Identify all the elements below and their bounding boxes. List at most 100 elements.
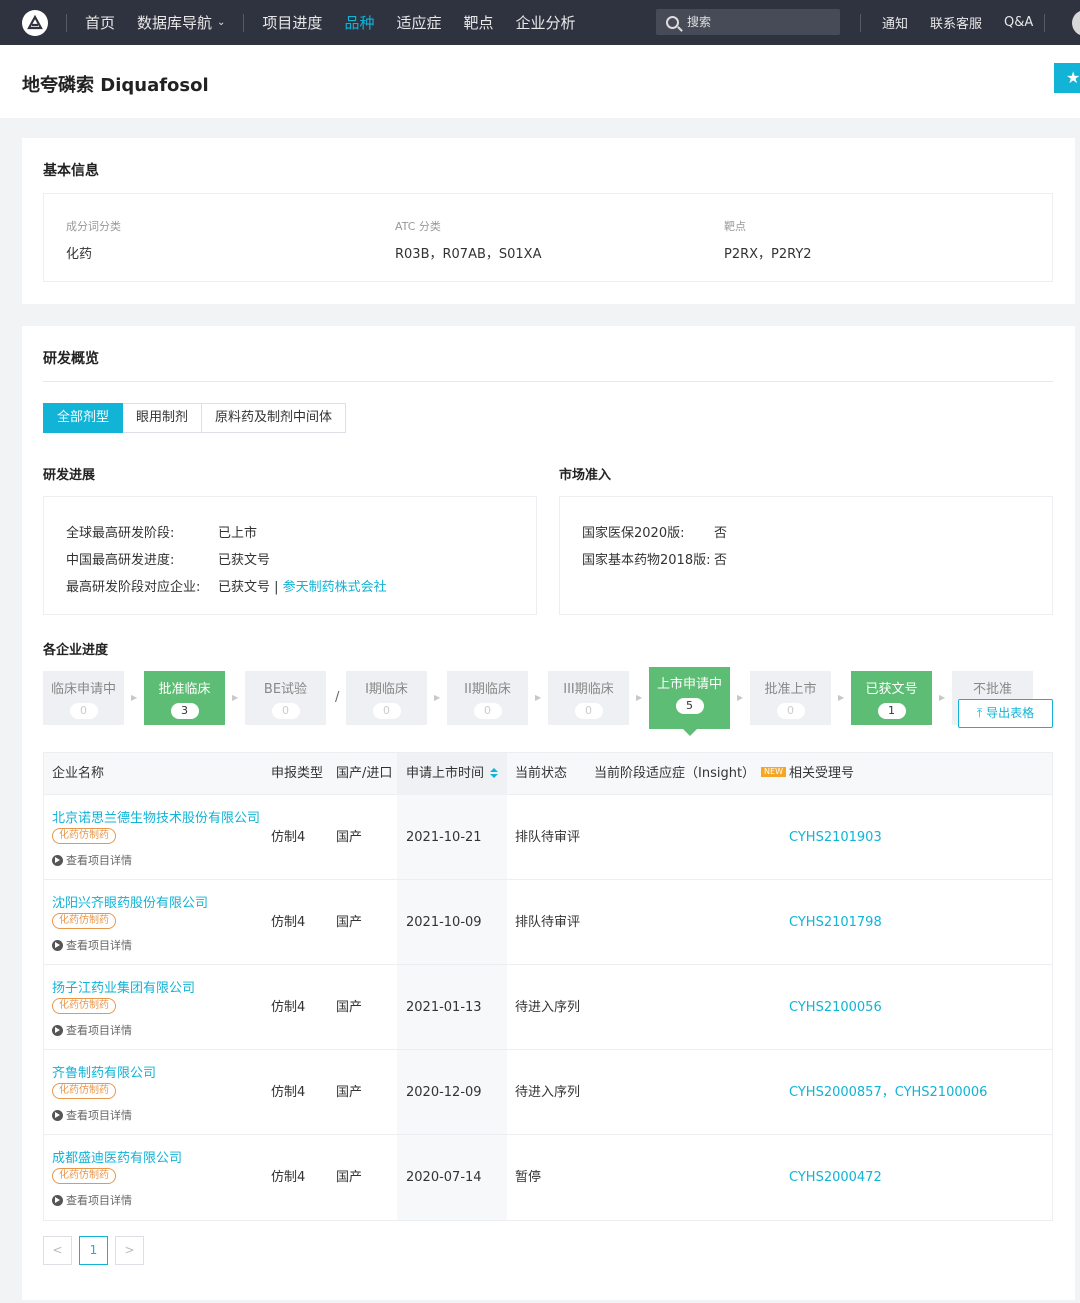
cell-acceptance-number[interactable]: CYHS2000857，CYHS2100006 xyxy=(789,1050,987,1135)
star-icon: ★ xyxy=(1066,68,1080,87)
kv-value: 已获文号 xyxy=(218,553,271,568)
drug-type-tag: 化药仿制药 xyxy=(52,998,116,1014)
progress-box: 全球最高研发阶段: 已上市 中国最高研发进度: 已获文号 最高研发阶段对应企业: 已获… xyxy=(43,496,537,615)
nav-item-label: 企业分析 xyxy=(515,14,576,32)
cell-type: 仿制4 xyxy=(271,1085,306,1100)
play-circle-icon xyxy=(52,1194,63,1206)
nav-divider xyxy=(243,13,245,32)
rd-overview-title: 研发概览 xyxy=(43,351,99,367)
stage-3[interactable]: BE试验 0 xyxy=(245,671,326,725)
cell-type: 仿制4 xyxy=(271,830,306,845)
stage-2[interactable]: 批准临床 3 xyxy=(144,671,225,725)
cell-origin: 国产 xyxy=(336,1085,363,1100)
prev-page-button[interactable]: < xyxy=(43,1236,72,1265)
company-name-link[interactable]: 齐鲁制药有限公司 xyxy=(52,1062,156,1081)
page-title: 地夸磷索 Diquafosol xyxy=(22,75,209,96)
nav-database[interactable]: 数据库导航 ⌄ xyxy=(137,12,225,33)
nav-item-label: 数据库导航 xyxy=(137,14,213,32)
chevron-right-icon: ▶ xyxy=(636,693,643,702)
global-stage-row: 全球最高研发阶段: 已上市 xyxy=(66,522,257,541)
nav-drug[interactable]: 品种 xyxy=(344,12,374,33)
nav-item-label: 品种 xyxy=(344,14,375,32)
stage-4[interactable]: I期临床 0 xyxy=(346,671,427,725)
nav-project-progress[interactable]: 项目进度 xyxy=(262,12,322,33)
th-date[interactable]: 申请上市时间 xyxy=(406,753,499,795)
tab-ophthalmic[interactable]: 眼用制剂 xyxy=(123,403,203,433)
chevron-right-icon: ▶ xyxy=(232,693,239,702)
qa-link[interactable]: Q&A xyxy=(1004,15,1033,30)
stage-label: II期临床 xyxy=(464,682,511,697)
company-link[interactable]: 参天制药株式会社 xyxy=(283,580,387,595)
basic-info-card: 基本信息 成分词分类 化药 ATC 分类 R03B，R07AB，S01XA 靶点… xyxy=(22,138,1075,304)
cell-acceptance-number[interactable]: CYHS2101903 xyxy=(789,795,882,880)
cell-acceptance-number[interactable]: CYHS2000472 xyxy=(789,1135,882,1220)
stage-1[interactable]: 临床申请中 0 xyxy=(43,671,124,725)
chevron-down-icon: ⌄ xyxy=(217,17,226,28)
page-button-1[interactable]: 1 xyxy=(79,1236,108,1265)
customer-service-link[interactable]: 联系客服 xyxy=(930,13,982,32)
company-name-link[interactable]: 成都盛迪医药有限公司 xyxy=(52,1147,182,1166)
stage-label: 临床申请中 xyxy=(50,682,116,697)
company-name-link[interactable]: 沈阳兴齐眼药股份有限公司 xyxy=(52,892,208,911)
nav-indication[interactable]: 适应症 xyxy=(396,12,441,33)
cell-origin: 国产 xyxy=(336,915,363,930)
tab-all-dosage[interactable]: 全部剂型 xyxy=(43,403,124,433)
notification-link[interactable]: 通知 xyxy=(882,13,908,32)
stage-label: 不批准 xyxy=(972,682,1012,697)
stage-5[interactable]: II期临床 0 xyxy=(447,671,528,725)
table-header: 企业名称 申报类型 国产/进口 申请上市时间 当前状态 当前阶段适应症（Insi… xyxy=(44,753,1052,795)
nav-item-label: 项目进度 xyxy=(262,14,323,32)
nav-divider xyxy=(1044,14,1045,32)
cell-status: 待进入序列 xyxy=(515,1085,581,1100)
drug-type-tag: 化药仿制药 xyxy=(52,1083,116,1099)
logo-icon[interactable] xyxy=(22,9,48,36)
stage-9[interactable]: 已获文号 1 xyxy=(851,671,932,725)
cell-acceptance-number[interactable]: CYHS2101798 xyxy=(789,880,882,965)
pagination: < 1 > xyxy=(43,1236,151,1265)
nav-divider xyxy=(860,14,861,32)
kv-key: 国家基本药物2018版: xyxy=(582,553,711,568)
tab-api-intermediate[interactable]: 原料药及制剂中间体 xyxy=(202,403,347,433)
nav-item-label: 靶点 xyxy=(463,14,494,32)
export-table-button[interactable]: ⤒ 导出表格 xyxy=(958,699,1053,728)
th-status: 当前状态 xyxy=(515,766,568,781)
company-name-link[interactable]: 北京诺思兰德生物技术股份有限公司 xyxy=(52,807,260,826)
progress-title: 研发进展 xyxy=(43,468,96,483)
kv-value: 已获文号 | xyxy=(218,580,283,595)
stage-8[interactable]: 批准上市 0 xyxy=(750,671,831,725)
search-box[interactable] xyxy=(656,9,840,35)
company-name-link[interactable]: 扬子江药业集团有限公司 xyxy=(52,977,195,996)
stage-7[interactable]: 上市申请中 5 xyxy=(649,667,730,736)
project-detail-link[interactable]: 查看项目详情 xyxy=(52,852,132,868)
chevron-right-icon: ▶ xyxy=(737,693,744,702)
project-detail-link[interactable]: 查看项目详情 xyxy=(52,1022,132,1038)
cell-acceptance-number[interactable]: CYHS2100056 xyxy=(789,965,882,1050)
kv-key: 全球最高研发阶段: xyxy=(66,526,175,541)
project-detail-link[interactable]: 查看项目详情 xyxy=(52,937,132,953)
favorite-button[interactable]: ★ xyxy=(1054,63,1080,93)
cell-origin: 国产 xyxy=(336,1170,363,1185)
table-row: 北京诺思兰德生物技术股份有限公司 化药仿制药 查看项目详情 仿制4 国产 2021-10-… xyxy=(44,795,1052,880)
next-page-button[interactable]: > xyxy=(115,1236,144,1265)
sort-icon[interactable] xyxy=(490,767,499,778)
chevron-right-icon: ▶ xyxy=(939,693,946,702)
stage-count-badge: 5 xyxy=(675,698,704,714)
th-indication-label: 当前阶段适应症（Insight） xyxy=(594,766,756,781)
nav-target[interactable]: 靶点 xyxy=(463,12,493,33)
nav-divider xyxy=(66,13,67,32)
project-detail-link[interactable]: 查看项目详情 xyxy=(52,1107,132,1123)
nav-company-analysis[interactable]: 企业分析 xyxy=(515,12,575,33)
stage-6[interactable]: III期临床 0 xyxy=(548,671,629,725)
th-type: 申报类型 xyxy=(271,766,324,781)
project-detail-link[interactable]: 查看项目详情 xyxy=(52,1192,132,1208)
detail-label: 查看项目详情 xyxy=(66,1024,132,1037)
chevron-right-icon: ▶ xyxy=(838,693,845,702)
divider xyxy=(43,381,1053,382)
search-input[interactable] xyxy=(687,15,827,29)
company-table: 企业名称 申报类型 国产/进口 申请上市时间 当前状态 当前阶段适应症（Insi… xyxy=(43,752,1053,1221)
play-circle-icon xyxy=(52,1024,63,1036)
cell-date: 2021-10-21 xyxy=(406,830,482,845)
nav-home[interactable]: 首页 xyxy=(85,12,115,33)
upload-icon: ⤒ xyxy=(976,706,983,720)
cell-origin: 国产 xyxy=(336,1000,363,1015)
